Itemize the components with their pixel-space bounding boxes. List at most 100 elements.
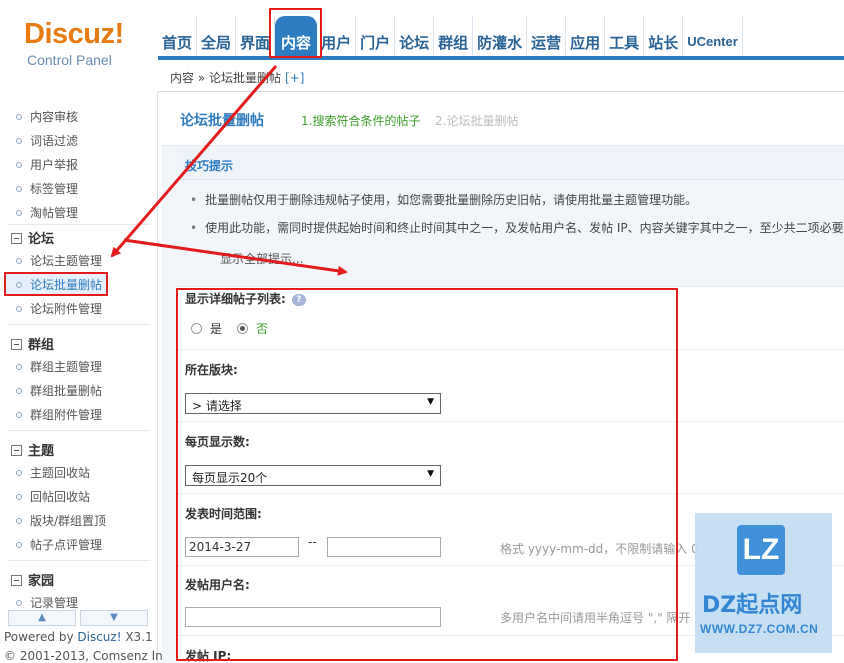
radio-checked-icon	[237, 323, 248, 334]
detail-list-label-text: 显示详细帖子列表:	[185, 292, 286, 306]
sidebar-item-label: 主题回收站	[30, 466, 91, 480]
bullet-icon	[16, 364, 22, 370]
sidebar-item-collection[interactable]: 淘帖管理	[16, 204, 78, 224]
radio-yes[interactable]: 是	[191, 320, 222, 337]
nav-ucenter[interactable]: UCenter	[683, 16, 743, 60]
powered-prefix: Powered by	[4, 630, 78, 644]
perpage-label: 每页显示数:	[185, 435, 250, 449]
show-all-tips-link[interactable]: 显示全部提示...	[220, 250, 303, 267]
nav-forum[interactable]: 论坛	[395, 16, 435, 60]
add-favorite-link[interactable]: [+]	[285, 71, 304, 85]
bullet-icon	[16, 258, 22, 264]
logo[interactable]: Discuz! Control Panel	[0, 0, 158, 92]
time-start-input[interactable]: 2014-3-27	[185, 537, 299, 557]
sidebar-item-sticky[interactable]: 版块/群组置顶	[16, 512, 106, 532]
watermark-mark: LZ	[737, 525, 785, 575]
nav-tools[interactable]: 工具	[605, 16, 645, 60]
bullet-icon	[16, 494, 22, 500]
help-icon[interactable]: ?	[291, 294, 306, 306]
sidebar-item-reply-recycle[interactable]: 回帖回收站	[16, 488, 90, 508]
bullet-icon	[16, 518, 22, 524]
sidebar-item-label: 用户举报	[30, 158, 79, 172]
sidebar-item-forum-attachments[interactable]: 论坛附件管理	[16, 300, 102, 320]
collapse-icon	[11, 445, 22, 456]
bullet-icon	[16, 138, 22, 144]
breadcrumb-bar: 内容 » 论坛批量删帖 [+]	[158, 60, 844, 92]
sidebar-item-forum-batch-delete[interactable]: 论坛批量删帖	[4, 272, 108, 296]
nav-group[interactable]: 群组	[434, 16, 474, 60]
nav-user[interactable]: 用户	[317, 16, 357, 60]
scroll-down-icon[interactable]: ▼	[80, 610, 148, 626]
sidebar-item-label: 标签管理	[30, 182, 79, 196]
scroll-up-icon[interactable]: ▲	[8, 610, 76, 626]
header: Discuz! Control Panel 首页 全局 界面 内容 用户 门户 …	[0, 0, 844, 92]
sidebar-item-label: 词语过滤	[30, 134, 79, 148]
sidebar-item-forum-threads[interactable]: 论坛主题管理	[16, 252, 102, 272]
nav-founder[interactable]: 站长	[644, 16, 684, 60]
breadcrumb-path: 内容 » 论坛批量删帖	[170, 71, 281, 85]
logo-subtitle: Control Panel	[27, 52, 112, 68]
sidebar-item-label: 论坛批量删帖	[30, 278, 103, 292]
sidebar-group-group[interactable]: 群组	[11, 334, 54, 353]
detail-list-label: 显示详细帖子列表:?	[185, 290, 306, 307]
nav-content[interactable]: 内容	[275, 16, 318, 60]
sidebar-scroll: ▲ ▼	[8, 610, 150, 626]
sidebar-item-label: 群组批量删帖	[30, 384, 103, 398]
nav-style[interactable]: 界面	[236, 16, 276, 60]
sidebar-group-thread[interactable]: 主题	[11, 440, 54, 459]
sidebar-group-label: 主题	[28, 444, 55, 459]
sidebar-item-report[interactable]: 用户举报	[16, 156, 78, 176]
forum-select[interactable]: > 请选择 ▼	[185, 393, 441, 414]
bullet-icon	[16, 600, 22, 606]
forum-label: 所在版块:	[185, 363, 238, 377]
sidebar-item-label: 回帖回收站	[30, 490, 91, 504]
sidebar-group-forum[interactable]: 论坛	[11, 228, 54, 247]
radio-no[interactable]: 否	[237, 320, 268, 337]
nav-home[interactable]: 首页	[158, 16, 198, 60]
step-delete: 2.论坛批量删帖	[435, 114, 519, 128]
nav-portal[interactable]: 门户	[356, 16, 396, 60]
bullet-icon	[16, 162, 22, 168]
bullet-icon	[16, 470, 22, 476]
top-nav: 首页 全局 界面 内容 用户 门户 论坛 群组 防灌水 运营 应用 工具 站长 …	[158, 12, 743, 60]
sidebar-item-label: 群组主题管理	[30, 360, 103, 374]
sidebar-item-label: 论坛附件管理	[30, 302, 103, 316]
step-search[interactable]: 1.搜索符合条件的帖子	[301, 112, 420, 129]
sidebar-item-label: 内容审核	[30, 110, 79, 124]
sidebar-item-moderation[interactable]: 内容审核	[16, 108, 78, 128]
nav-apps[interactable]: 应用	[566, 16, 606, 60]
form-divider	[176, 421, 844, 422]
nav-operation[interactable]: 运营	[527, 16, 567, 60]
sidebar-item-group-batch-delete[interactable]: 群组批量删帖	[16, 382, 102, 402]
sidebar: 内容审核 词语过滤 用户举报 标签管理 淘帖管理 论坛 论坛主题管理 论坛批量删…	[0, 92, 173, 663]
nav-global[interactable]: 全局	[197, 16, 237, 60]
sidebar-item-group-threads[interactable]: 群组主题管理	[16, 358, 102, 378]
logo-brand: Discuz!	[24, 18, 124, 50]
nav-antispam[interactable]: 防灌水	[473, 16, 528, 60]
sidebar-item-thread-recycle[interactable]: 主题回收站	[16, 464, 90, 484]
sidebar-item-censor[interactable]: 词语过滤	[16, 132, 78, 152]
sidebar-item-label: 群组附件管理	[30, 408, 103, 422]
time-separator: --	[308, 535, 317, 549]
perpage-select[interactable]: 每页显示20个 ▼	[185, 465, 441, 486]
bullet-icon	[16, 210, 22, 216]
forum-select-value: > 请选择	[192, 399, 242, 413]
radio-yes-label: 是	[210, 322, 223, 336]
sidebar-item-label: 版块/群组置顶	[30, 514, 107, 528]
username-input[interactable]	[185, 607, 441, 627]
watermark-name: DZ起点网	[702, 593, 803, 618]
sidebar-group-label: 家园	[28, 574, 55, 589]
breadcrumb: 内容 » 论坛批量删帖 [+]	[170, 69, 304, 86]
time-end-input[interactable]	[327, 537, 441, 557]
form-divider	[176, 493, 844, 494]
powered-brand-link[interactable]: Discuz!	[77, 630, 121, 644]
sidebar-item-group-attachments[interactable]: 群组附件管理	[16, 406, 102, 426]
page-title: 论坛批量删帖	[180, 113, 264, 129]
sidebar-item-comments[interactable]: 帖子点评管理	[16, 536, 102, 556]
bullet-icon	[16, 306, 22, 312]
sidebar-item-tags[interactable]: 标签管理	[16, 180, 78, 200]
powered-version: X3.1	[121, 630, 153, 644]
tips-panel: 技巧提示 批量删帖仅用于删除违规帖子使用，如您需要批量删除历史旧帖，请使用批量主…	[176, 148, 844, 267]
bullet-icon	[16, 542, 22, 548]
sidebar-group-home[interactable]: 家园	[11, 570, 54, 589]
